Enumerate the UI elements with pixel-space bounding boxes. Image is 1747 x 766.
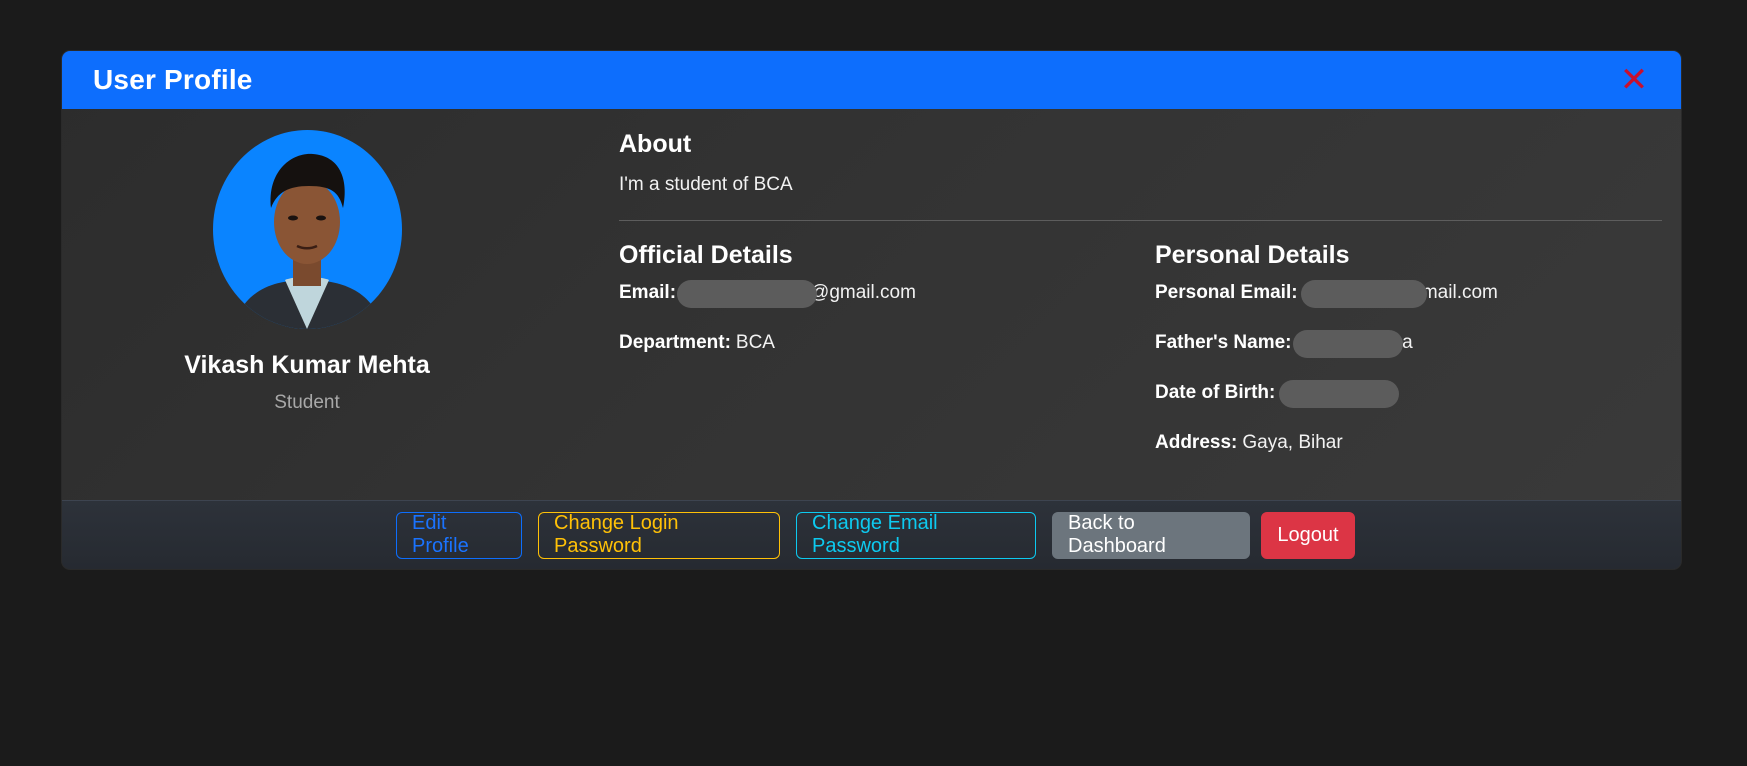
father-name-label: Father's Name: — [1155, 332, 1292, 353]
user-profile-modal: User Profile ✕ Vikash Kumar Mehta Studen… — [62, 51, 1681, 569]
redaction-mark — [1301, 280, 1427, 308]
logout-button[interactable]: Logout — [1261, 511, 1355, 559]
profile-photo — [232, 153, 383, 329]
redaction-mark — [1279, 380, 1399, 408]
modal-footer: Edit Profile Change Login Password Chang… — [62, 500, 1681, 569]
personal-heading: Personal Details — [1155, 241, 1350, 269]
personal-email-field: Personal Email:vi mail.com — [1155, 280, 1655, 316]
dob-field: Date of Birth: — [1155, 380, 1655, 416]
modal-title: User Profile — [93, 64, 253, 95]
redaction-mark — [1293, 330, 1403, 358]
close-button[interactable]: ✕ — [1617, 63, 1651, 97]
about-heading: About — [619, 130, 692, 158]
modal-body: Vikash Kumar Mehta Student About I'm a s… — [62, 109, 1681, 499]
change-login-password-button[interactable]: Change Login Password — [538, 511, 780, 559]
profile-details: About I'm a student of BCA Official Deta… — [619, 109, 1662, 499]
address-label: Address: — [1155, 432, 1238, 453]
personal-details: Personal Details Personal Email:vi mail.… — [1155, 241, 1655, 466]
department-label: Department: — [619, 332, 731, 353]
change-email-password-button[interactable]: Change Email Password — [796, 511, 1036, 559]
edit-profile-button[interactable]: Edit Profile — [396, 511, 522, 559]
official-details: Official Details Email: @gmail.com Depart… — [619, 241, 1149, 366]
department-field: Department: BCA — [619, 332, 1149, 366]
profile-name: Vikash Kumar Mehta — [184, 351, 430, 379]
official-heading: Official Details — [619, 241, 793, 269]
divider — [619, 220, 1662, 221]
about-text: I'm a student of BCA — [619, 174, 793, 195]
back-to-dashboard-button[interactable]: Back to Dashboard — [1052, 511, 1250, 559]
father-name-field: Father's Name: a — [1155, 330, 1655, 366]
department-value: BCA — [735, 332, 775, 353]
profile-role: Student — [274, 392, 340, 413]
close-icon: ✕ — [1619, 61, 1649, 99]
official-email-value: @gmail.com — [810, 282, 916, 303]
avatar — [212, 130, 402, 329]
redaction-mark — [677, 280, 817, 308]
address-field: Address: Gaya, Bihar — [1155, 432, 1655, 466]
modal-header: User Profile ✕ — [62, 51, 1681, 109]
personal-email-label: Personal Email: — [1155, 282, 1298, 303]
address-value: Gaya, Bihar — [1242, 432, 1343, 453]
profile-summary: Vikash Kumar Mehta Student — [62, 109, 552, 499]
official-email-field: Email: @gmail.com — [619, 280, 1149, 316]
dob-label: Date of Birth: — [1155, 382, 1276, 403]
official-email-label: Email: — [619, 282, 677, 303]
